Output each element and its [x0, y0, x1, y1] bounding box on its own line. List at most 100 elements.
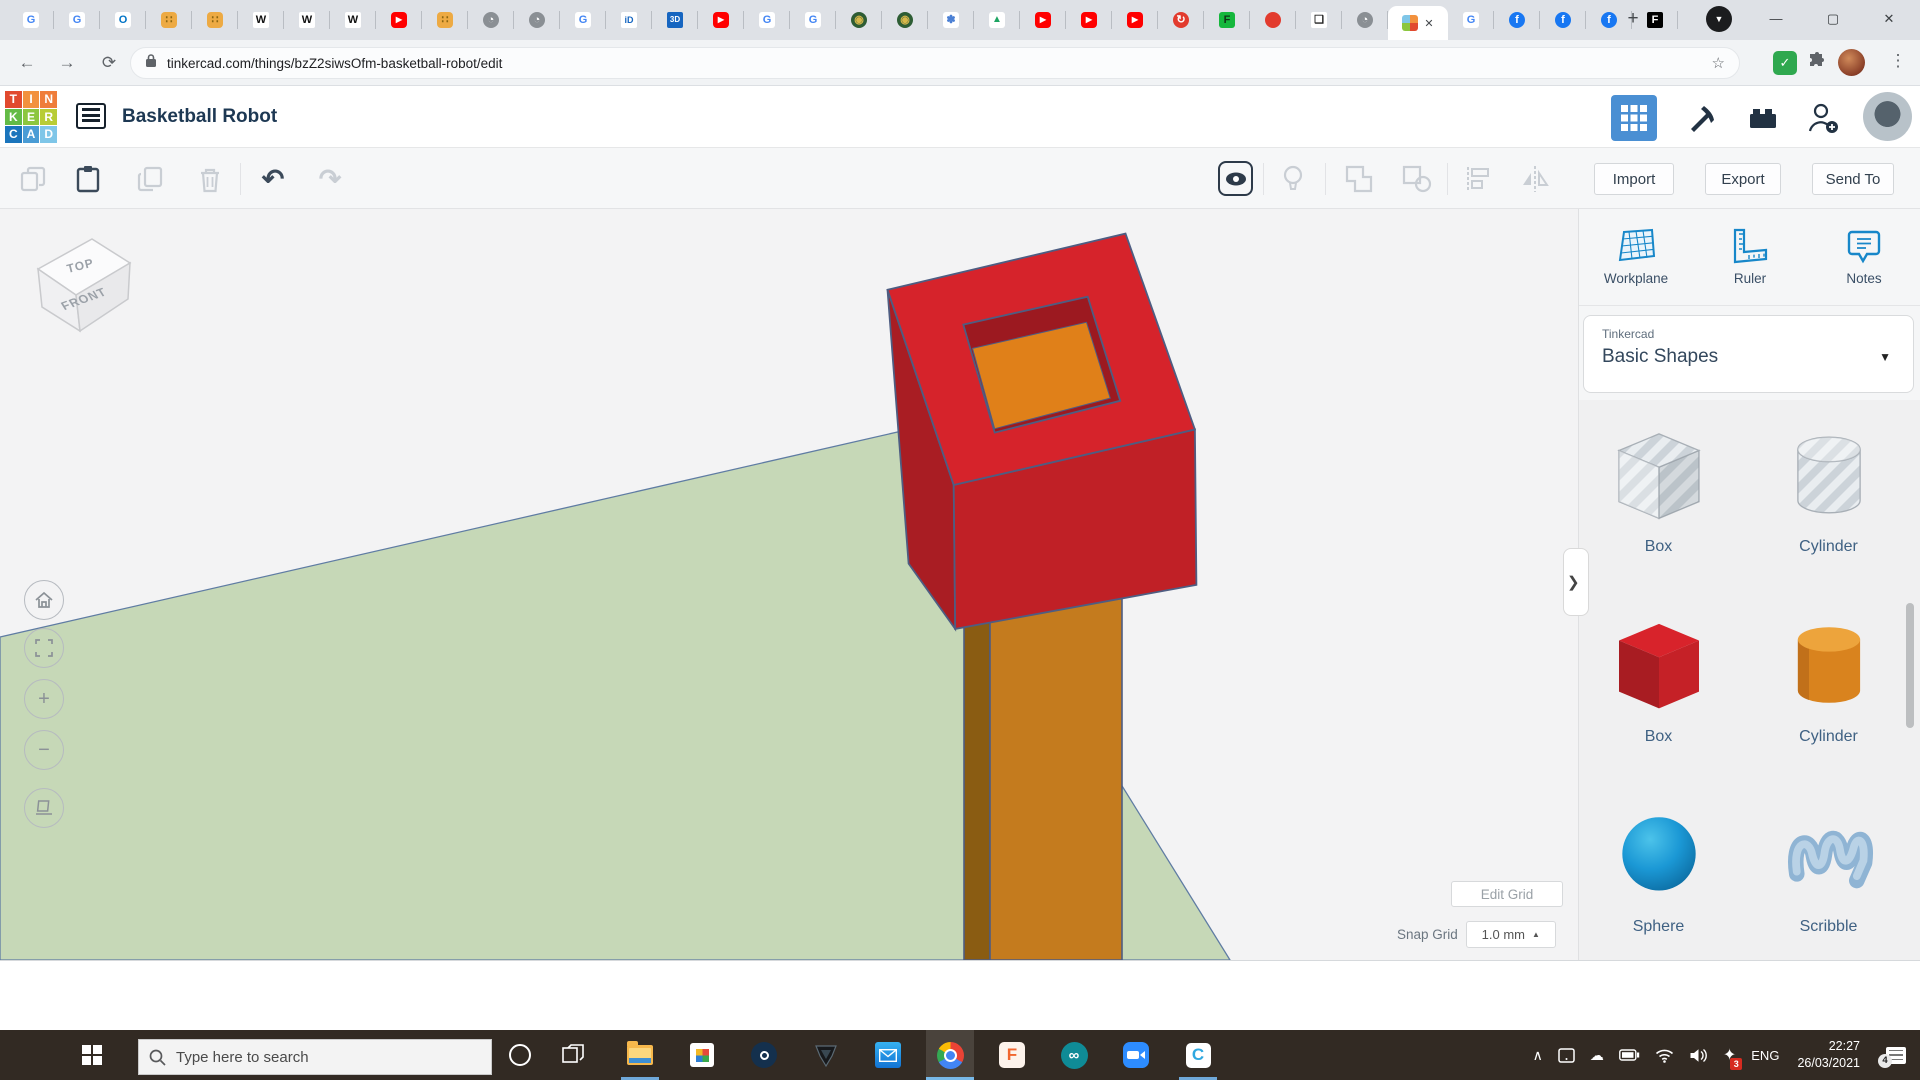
wifi-icon[interactable]	[1655, 1048, 1674, 1063]
taskbar-app-fusion-360[interactable]: F	[988, 1030, 1036, 1080]
zoom-in-button[interactable]: +	[24, 679, 64, 719]
tray-chevron-icon[interactable]: ∧	[1533, 1047, 1543, 1064]
design-menu-icon[interactable]	[76, 103, 106, 129]
post-left-face[interactable]	[964, 572, 990, 960]
taskbar-app-predator[interactable]	[802, 1030, 850, 1080]
delete-button[interactable]	[191, 160, 229, 198]
onedrive-cloud-icon[interactable]: ☁	[1590, 1047, 1604, 1064]
browser-tab[interactable]: ◔	[468, 0, 514, 40]
browser-tab[interactable]: ▶	[1112, 0, 1158, 40]
taskbar-app-store[interactable]	[678, 1030, 726, 1080]
start-button[interactable]	[68, 1030, 116, 1080]
light-button[interactable]	[1274, 160, 1312, 198]
tinkercad-logo[interactable]: TINKERCAD	[5, 91, 57, 143]
new-tab-button[interactable]: +	[1620, 7, 1646, 33]
ungroup-button[interactable]	[1398, 160, 1436, 198]
shape-tile-hole-box[interactable]: Box	[1601, 425, 1716, 556]
shape-tile-cylinder[interactable]: Cylinder	[1771, 615, 1886, 746]
edit-grid-button[interactable]: Edit Grid	[1451, 881, 1563, 907]
forward-button[interactable]: →	[54, 50, 80, 76]
bookmark-star-icon[interactable]: ☆	[1712, 54, 1725, 72]
browser-tab[interactable]: ◔	[1342, 0, 1388, 40]
notifications-icon[interactable]: 4	[1886, 1047, 1906, 1064]
dropbox-tray-icon[interactable]: ✦ 3	[1723, 1045, 1736, 1065]
shape-library-select[interactable]: Tinkercad Basic Shapes ▼	[1583, 315, 1914, 393]
browser-tab[interactable]: f	[1494, 0, 1540, 40]
shape-tile-scribble[interactable]: Scribble	[1771, 805, 1886, 936]
task-view-button[interactable]	[549, 1030, 597, 1080]
url-text[interactable]: tinkercad.com/things/bzZ2siwsOfm-basketb…	[167, 56, 1712, 71]
import-button[interactable]: Import	[1594, 163, 1674, 195]
mirror-button[interactable]	[1516, 160, 1554, 198]
taskbar-app-arduino[interactable]: ∞	[1050, 1030, 1098, 1080]
address-bar[interactable]: tinkercad.com/things/bzZ2siwsOfm-basketb…	[130, 47, 1740, 79]
browser-tab[interactable]: G	[8, 0, 54, 40]
browser-tab[interactable]: 3D	[652, 0, 698, 40]
view-cube[interactable]: TOP FRONT	[26, 225, 141, 345]
user-avatar[interactable]	[1863, 92, 1912, 141]
viewport[interactable]: TOP FRONT + − Edit Grid Snap Grid 1.0 mm…	[0, 209, 1920, 960]
group-button[interactable]	[1341, 160, 1379, 198]
perspective-toggle-button[interactable]	[24, 788, 64, 828]
window-maximize-button[interactable]: ▢	[1810, 0, 1856, 38]
3d-scene[interactable]	[0, 209, 1578, 960]
ruler-tool[interactable]: Ruler	[1693, 209, 1807, 305]
browser-tab[interactable]: ◔	[514, 0, 560, 40]
browser-tab[interactable]: iD	[606, 0, 652, 40]
browser-tab[interactable]: W	[330, 0, 376, 40]
browser-tab[interactable]: F	[1204, 0, 1250, 40]
browser-tab[interactable]: G	[54, 0, 100, 40]
browser-tab[interactable]: ●	[1250, 0, 1296, 40]
zoom-out-button[interactable]: −	[24, 730, 64, 770]
tab-close-icon[interactable]: ✕	[1424, 17, 1433, 30]
browser-menu-icon[interactable]: ⋮	[1888, 51, 1908, 71]
taskbar-app-mail[interactable]	[864, 1030, 912, 1080]
paste-button[interactable]	[69, 160, 107, 198]
taskbar-app-chrome[interactable]	[926, 1030, 974, 1080]
volume-icon[interactable]	[1689, 1048, 1708, 1063]
shape-tile-sphere[interactable]: Sphere	[1601, 805, 1716, 936]
browser-tab[interactable]: ∷	[422, 0, 468, 40]
browser-tab[interactable]: W	[284, 0, 330, 40]
back-button[interactable]: ←	[14, 50, 40, 76]
browser-tab[interactable]: ✽	[928, 0, 974, 40]
active-tab-tinkercad[interactable]: ✕	[1388, 6, 1448, 40]
browser-tab[interactable]: ◉	[882, 0, 928, 40]
workplane-tool[interactable]: Workplane	[1579, 209, 1693, 305]
fit-view-button[interactable]	[24, 628, 64, 668]
tablet-mode-icon[interactable]	[1558, 1048, 1575, 1063]
home-view-button[interactable]	[24, 580, 64, 620]
browser-tab[interactable]: ▶	[376, 0, 422, 40]
post-front-face[interactable]	[990, 561, 1122, 960]
browser-tab[interactable]: ▶	[698, 0, 744, 40]
cortana-button[interactable]	[509, 1044, 531, 1066]
browser-tab[interactable]: ◉	[836, 0, 882, 40]
share-invite-button[interactable]	[1800, 95, 1846, 141]
browser-tab[interactable]: ∷	[146, 0, 192, 40]
align-button[interactable]	[1459, 160, 1497, 198]
browser-tab[interactable]: ❏	[1296, 0, 1342, 40]
extensions-puzzle-icon[interactable]	[1806, 51, 1828, 78]
browser-tab[interactable]: ▶	[1066, 0, 1112, 40]
browser-tab[interactable]: ∷	[192, 0, 238, 40]
design-title[interactable]: Basketball Robot	[122, 106, 277, 128]
shape-tile-hole-cylinder[interactable]: Cylinder	[1771, 425, 1886, 556]
browser-tab[interactable]: ↻	[1158, 0, 1204, 40]
browser-tab[interactable]: ▲	[974, 0, 1020, 40]
clock[interactable]: 22:27 26/03/2021	[1797, 1038, 1860, 1072]
browser-tab[interactable]: G	[560, 0, 606, 40]
redo-button[interactable]: ↷	[311, 160, 349, 198]
duplicate-button[interactable]	[131, 160, 169, 198]
minecraft-export-button[interactable]	[1679, 95, 1725, 141]
undo-button[interactable]: ↶	[254, 160, 292, 198]
taskbar-app-file-explorer[interactable]	[616, 1030, 664, 1080]
panel-collapse-button[interactable]: ❯	[1563, 548, 1589, 616]
language-indicator[interactable]: ENG	[1751, 1048, 1779, 1063]
blocks-view-button[interactable]	[1611, 95, 1657, 141]
battery-icon[interactable]	[1619, 1049, 1640, 1061]
browser-tab[interactable]: O	[100, 0, 146, 40]
snap-grid-select[interactable]: 1.0 mm ▲	[1466, 921, 1556, 948]
send-to-button[interactable]: Send To	[1812, 163, 1894, 195]
export-button[interactable]: Export	[1705, 163, 1781, 195]
browser-tab[interactable]: G	[1448, 0, 1494, 40]
